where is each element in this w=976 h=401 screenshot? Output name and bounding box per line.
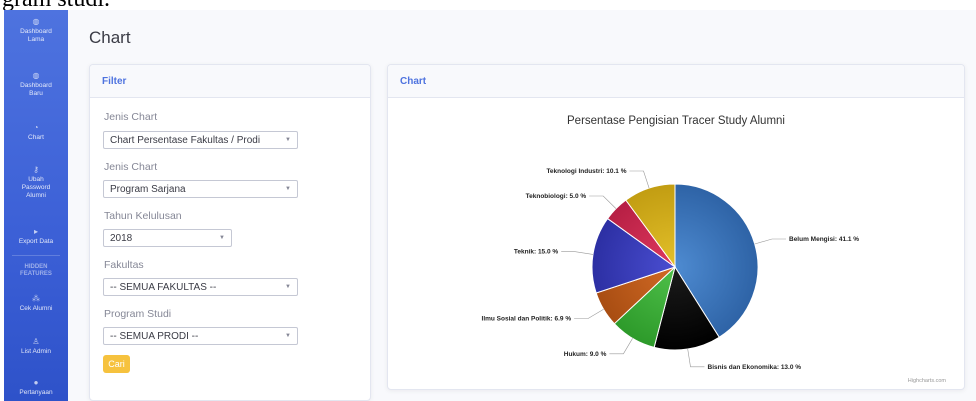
question-icon: ● [33, 378, 39, 387]
user-icon: ♙ [32, 337, 40, 346]
pie-label: Teknik: 15.0 % [514, 249, 559, 256]
main-content: Chart Filter Jenis Chart Chart Persentas… [68, 10, 976, 401]
sidebar-item-list-admin[interactable]: ♙ List Admin [4, 338, 68, 356]
sidebar-item-dashboard-baru[interactable]: ◍ Dashboard Baru [4, 72, 68, 98]
sidebar-item-cek-alumni[interactable]: ⁂ Cek Alumni [4, 295, 68, 313]
sidebar-item-label: Alumni [26, 192, 46, 199]
sidebar-item-label: Export Data [18, 238, 54, 245]
sidebar-item-label: Dashboard [20, 28, 52, 35]
sidebar-item-export-data[interactable]: ▸ Export Data [4, 228, 68, 246]
cari-button[interactable]: Cari [103, 355, 130, 373]
sidebar-item-label: Baru [29, 90, 43, 97]
sidebar-item-label: Pertanyaan [19, 389, 53, 396]
pie-label: Hukum: 9.0 % [564, 351, 607, 358]
sidebar-item-label: List Admin [21, 348, 51, 355]
chevron-down-icon: ▼ [285, 186, 291, 192]
pie-label: Bisnis dan Ekonomika: 13.0 % [708, 364, 802, 371]
sidebar-divider [12, 255, 60, 256]
sidebar-item-label: Chart [28, 134, 44, 141]
tahun-kelulusan-label: Tahun Kelulusan [104, 210, 182, 222]
sidebar-item-ubah-password[interactable]: ⚷ Ubah Password Alumni [4, 166, 68, 200]
pie-label: Ilmu Sosial dan Politik: 6.9 % [482, 316, 572, 323]
program-studi-select[interactable]: -- SEMUA PRODI -- ▼ [103, 327, 298, 345]
chart-title: Persentase Pengisian Tracer Study Alumni [567, 115, 785, 127]
key-icon: ⚷ [33, 165, 39, 174]
page-title: Chart [89, 28, 131, 47]
sidebar: ◍ Dashboard Lama ◍ Dashboard Baru ◔ Char… [4, 10, 68, 401]
overflow-text: gram studi. [2, 0, 110, 10]
jenis-chart-2-label: Jenis Chart [104, 161, 158, 173]
filter-card-header: Filter [90, 65, 370, 98]
dashboard-icon: ◍ [32, 17, 40, 26]
pie-connector [609, 338, 633, 355]
sidebar-item-label: Lama [27, 36, 45, 43]
sidebar-item-label: Ubah [28, 176, 44, 183]
chevron-down-icon: ▼ [285, 137, 291, 143]
chart-card: Chart Persentase Pengisian Tracer Study … [387, 64, 965, 390]
overflow-text-strip: gram studi. [0, 0, 976, 10]
sidebar-item-pertanyaan[interactable]: ● Pertanyaan [4, 379, 68, 397]
chevron-down-icon: ▼ [219, 235, 225, 241]
export-icon: ▸ [33, 227, 38, 236]
users-icon: ⁂ [32, 294, 40, 303]
sidebar-item-label: Dashboard [20, 82, 52, 89]
pie-label: Belum Mengisi: 41.1 % [789, 236, 859, 243]
pie-label: Teknobiologi: 5.0 % [526, 193, 587, 200]
chevron-down-icon: ▼ [285, 284, 291, 290]
jenis-chart-label: Jenis Chart [104, 111, 158, 123]
chart-credit: Highcharts.com [908, 378, 947, 384]
program-studi-label: Program Studi [104, 308, 172, 320]
tahun-kelulusan-select[interactable]: 2018 ▼ [103, 229, 232, 247]
pie-connector [561, 251, 594, 255]
pie-chart: Persentase Pengisian Tracer Study Alumni… [482, 115, 947, 384]
sidebar-item-chart[interactable]: ◔ Chart [4, 124, 68, 142]
program-select[interactable]: Program Sarjana ▼ [103, 180, 298, 198]
jenis-chart-select[interactable]: Chart Persentase Fakultas / Prodi ▼ [103, 131, 298, 149]
sidebar-heading-hidden-features: HIDDEN FEATURES [20, 264, 52, 277]
dashboard-icon: ◍ [32, 71, 40, 80]
chart-icon: ◔ [33, 123, 39, 132]
fakultas-label: Fakultas [104, 259, 144, 271]
chart-card-header: Chart [388, 65, 964, 98]
pie-connector [589, 195, 617, 209]
sidebar-item-label: Password [21, 184, 51, 191]
pie-connector [687, 348, 705, 368]
pie-connector [754, 238, 786, 245]
sidebar-item-dashboard-lama[interactable]: ◍ Dashboard Lama [4, 18, 68, 44]
chevron-down-icon: ▼ [285, 333, 291, 339]
fakultas-select[interactable]: -- SEMUA FAKULTAS -- ▼ [103, 278, 298, 296]
pie-label: Teknologi Industri: 10.1 % [546, 168, 626, 175]
pie-connector [629, 170, 650, 189]
filter-card: Filter Jenis Chart Chart Persentase Faku… [89, 64, 371, 401]
pie-connector [574, 309, 604, 319]
sidebar-item-label: Cek Alumni [19, 305, 53, 312]
